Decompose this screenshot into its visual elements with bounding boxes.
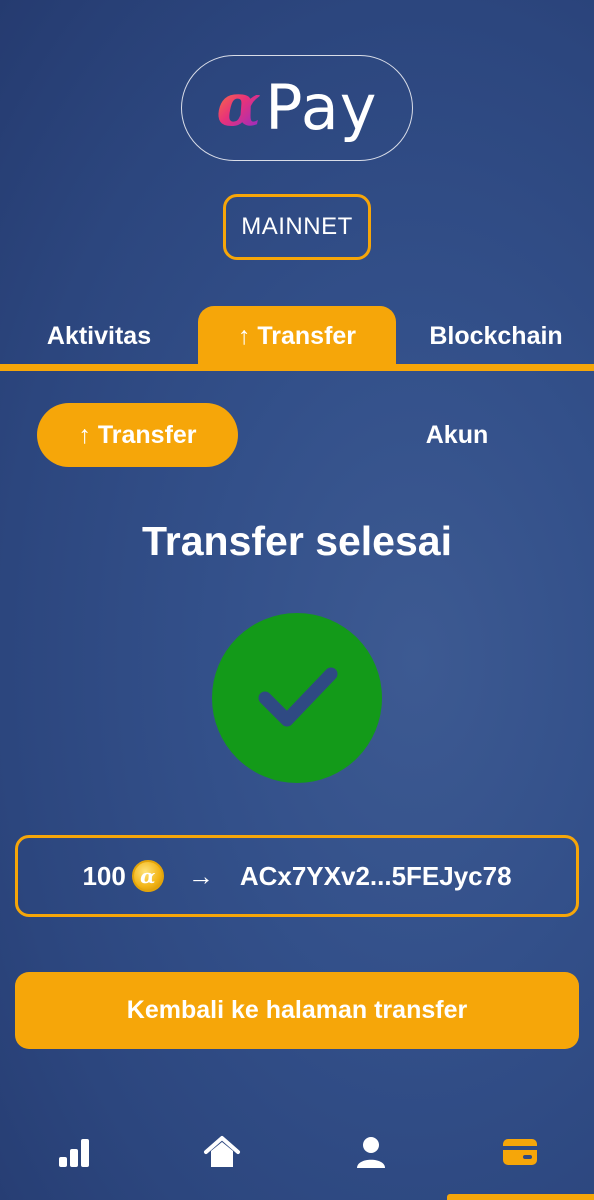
recipient-address: ACx7YXv2...5FEJyc78 bbox=[239, 860, 512, 891]
page-title: Transfer selesai bbox=[142, 518, 452, 564]
tab-blockchain[interactable]: Blockchain bbox=[418, 306, 574, 366]
arrow-right-icon: → bbox=[187, 860, 214, 891]
bar-chart-icon bbox=[59, 1139, 89, 1167]
alpha-coin-icon: α bbox=[131, 860, 164, 892]
check-icon bbox=[258, 667, 338, 727]
app-logo: α Pay bbox=[181, 55, 413, 161]
home-icon bbox=[204, 1136, 240, 1167]
back-to-transfer-button[interactable]: Kembali ke halaman transfer bbox=[15, 972, 579, 1049]
nav-wallet[interactable] bbox=[498, 1130, 542, 1174]
nav-profile[interactable] bbox=[349, 1130, 393, 1174]
active-nav-indicator bbox=[447, 1194, 594, 1200]
bottom-navigation bbox=[0, 1110, 594, 1200]
nav-stats[interactable] bbox=[52, 1130, 96, 1174]
success-status bbox=[212, 613, 382, 783]
tab-transfer[interactable]: ↑ Transfer bbox=[198, 306, 396, 366]
network-badge[interactable]: MAINNET bbox=[223, 194, 371, 260]
transfer-amount: 100 bbox=[82, 860, 126, 891]
alpha-logo-glyph: α bbox=[216, 71, 262, 139]
tab-aktivitas[interactable]: Aktivitas bbox=[22, 306, 176, 366]
wallet-card-icon bbox=[503, 1139, 537, 1165]
user-icon bbox=[357, 1137, 385, 1168]
main-tab-bar: Aktivitas ↑ Transfer Blockchain bbox=[0, 306, 594, 372]
transfer-summary: 100 α → ACx7YXv2...5FEJyc78 bbox=[15, 835, 579, 917]
subtab-transfer[interactable]: ↑ Transfer bbox=[37, 403, 238, 467]
subtab-akun[interactable]: Akun bbox=[390, 403, 524, 467]
logo-text: Pay bbox=[265, 71, 378, 144]
tab-underline bbox=[0, 364, 594, 371]
nav-home[interactable] bbox=[200, 1130, 244, 1174]
